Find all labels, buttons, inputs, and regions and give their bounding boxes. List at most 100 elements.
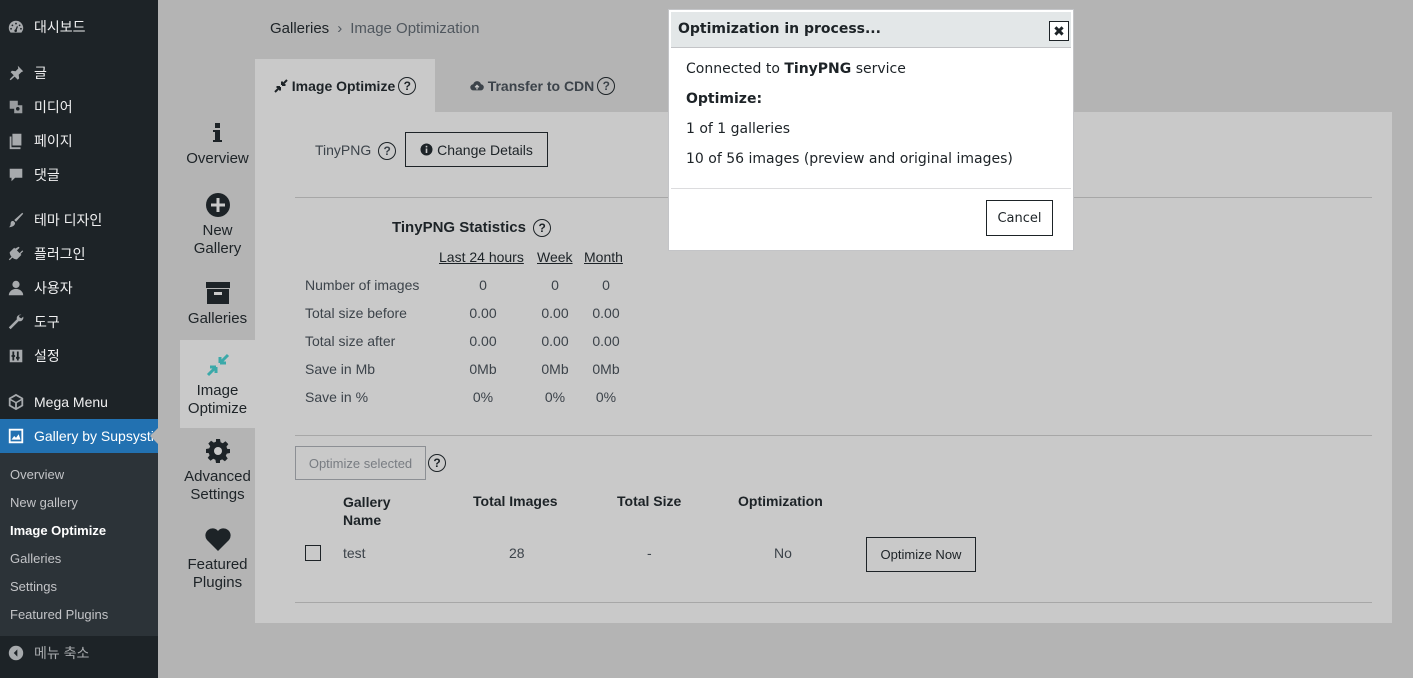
vnav-label: New <box>202 222 233 239</box>
info-circle-icon <box>420 143 433 156</box>
cancel-button[interactable]: Cancel <box>986 200 1053 236</box>
submenu-overview[interactable]: Overview <box>10 467 64 482</box>
menu-label: 미디어 <box>34 99 73 115</box>
tab-label: Transfer to CDN <box>487 77 595 94</box>
cloud-upload-icon <box>470 80 484 90</box>
media-icon <box>6 97 26 117</box>
submenu-settings[interactable]: Settings <box>10 579 57 594</box>
column-header-total-size: Total Size <box>617 493 682 509</box>
stats-cell: 0.00 <box>592 333 620 349</box>
close-icon[interactable]: ✖ <box>1049 21 1069 41</box>
tab-image-optimize[interactable]: Image Optimize ? <box>255 59 435 112</box>
vnav-label: Overview <box>186 150 249 167</box>
vnav-label: Image <box>196 382 239 399</box>
menu-item-users[interactable]: 사용자 <box>0 271 158 305</box>
collapse-arrow-icon <box>6 643 26 663</box>
breadcrumb: Galleries › Image Optimization <box>270 20 479 37</box>
menu-item-pages[interactable]: 페이지 <box>0 124 158 158</box>
vnav-image-optimize[interactable]: Image Optimize <box>180 340 255 428</box>
gallery-icon <box>6 426 26 446</box>
dialog-divider <box>671 188 1071 189</box>
help-icon[interactable]: ? <box>398 76 417 95</box>
menu-item-appearance[interactable]: 테마 디자인 <box>0 203 158 237</box>
stats-period-24h[interactable]: Last 24 hours <box>439 249 524 265</box>
menu-label: 테마 디자인 <box>34 212 103 228</box>
vnav-label: Gallery <box>193 240 242 257</box>
vnav-label: Settings <box>190 486 245 503</box>
heart-icon <box>204 528 231 551</box>
button-label: Change Details <box>437 141 533 158</box>
admin-sidebar: 대시보드 글 미디어 페이지 댓글 테마 디자인 플러그인 사용자 도구 설정 … <box>0 0 158 678</box>
optimize-selected-button[interactable]: Optimize selected <box>295 446 426 480</box>
menu-item-mega-menu[interactable]: Mega Menu <box>0 385 158 419</box>
stats-row-label: Save in % <box>305 389 369 405</box>
gallery-name: test <box>343 545 366 561</box>
cube-icon <box>6 392 26 412</box>
submenu-new-gallery[interactable]: New gallery <box>10 495 78 510</box>
vnav-advanced-settings[interactable]: Advanced Settings <box>180 438 255 510</box>
compress-arrows-icon <box>206 353 229 377</box>
submenu-image-optimize[interactable]: Image Optimize <box>10 523 106 538</box>
submenu-galleries[interactable]: Galleries <box>10 551 61 566</box>
menu-item-dashboard[interactable]: 대시보드 <box>0 10 158 44</box>
images-progress: 10 of 56 images (preview and original im… <box>686 151 1013 167</box>
menu-label: 글 <box>34 65 47 81</box>
vnav-label: Advanced <box>184 468 251 485</box>
menu-item-tools[interactable]: 도구 <box>0 305 158 339</box>
stats-cell: 0 <box>602 277 610 293</box>
breadcrumb-parent[interactable]: Galleries <box>270 20 329 37</box>
service-name: TinyPNG <box>315 142 372 158</box>
dialog-title: Optimization in process... <box>678 21 881 37</box>
vnav-overview[interactable]: Overview <box>180 120 255 180</box>
active-menu-arrow <box>150 428 158 444</box>
service-label: TinyPNG ? <box>315 142 397 160</box>
menu-item-media[interactable]: 미디어 <box>0 90 158 124</box>
collapse-menu-button[interactable]: 메뉴 축소 <box>0 636 158 670</box>
vnav-new-gallery[interactable]: New Gallery <box>180 192 255 264</box>
gear-icon <box>205 439 230 463</box>
menu-label: 플러그인 <box>34 246 86 262</box>
stats-cell: 0% <box>595 389 617 405</box>
menu-item-plugins[interactable]: 플러그인 <box>0 237 158 271</box>
tab-transfer-cdn[interactable]: Transfer to CDN ? <box>455 59 630 112</box>
menu-label: 대시보드 <box>34 19 86 35</box>
menu-item-gallery-supsystic[interactable]: Gallery by Supsystic <box>0 419 158 453</box>
settings-icon <box>6 346 26 366</box>
menu-item-comments[interactable]: 댓글 <box>0 158 158 192</box>
help-icon[interactable]: ? <box>533 219 552 237</box>
dashboard-icon <box>6 17 26 37</box>
plugin-icon <box>6 244 26 264</box>
help-icon[interactable]: ? <box>378 142 397 160</box>
submenu-featured-plugins[interactable]: Featured Plugins <box>10 607 108 622</box>
stats-period-week[interactable]: Week <box>537 249 573 265</box>
row-checkbox[interactable] <box>305 545 321 561</box>
menu-label: Mega Menu <box>34 394 108 410</box>
vnav-label: Optimize <box>187 400 248 417</box>
stats-row-label: Total size after <box>305 333 396 349</box>
vnav-featured-plugins[interactable]: Featured Plugins <box>180 526 255 598</box>
stats-title: TinyPNG Statistics ? <box>392 219 552 237</box>
optimize-now-button[interactable]: Optimize Now <box>866 537 976 572</box>
compress-icon <box>274 78 288 93</box>
menu-item-settings[interactable]: 설정 <box>0 339 158 373</box>
vnav-galleries[interactable]: Galleries <box>180 280 255 335</box>
dialog-header: Optimization in process... ✖ <box>671 12 1071 48</box>
stats-period-month[interactable]: Month <box>584 249 623 265</box>
tab-label: Image Optimize <box>291 77 396 94</box>
header-line: Gallery <box>343 494 391 510</box>
menu-item-posts[interactable]: 글 <box>0 56 158 90</box>
status-text: service <box>851 61 906 77</box>
service-name: TinyPNG <box>784 61 852 77</box>
wrench-icon <box>6 312 26 332</box>
stats-cell: 0Mb <box>469 361 497 377</box>
optimization-dialog: Optimization in process... ✖ Connected t… <box>668 9 1074 251</box>
stats-row-label: Save in Mb <box>305 361 376 377</box>
menu-label: 페이지 <box>34 133 73 149</box>
info-icon <box>212 123 222 142</box>
archive-icon <box>205 282 230 304</box>
help-icon[interactable]: ? <box>428 454 446 472</box>
optimize-label: Optimize: <box>686 91 763 107</box>
change-details-button[interactable]: Change Details <box>405 132 548 167</box>
help-icon[interactable]: ? <box>597 76 616 95</box>
menu-label: Gallery by Supsystic <box>34 428 158 444</box>
